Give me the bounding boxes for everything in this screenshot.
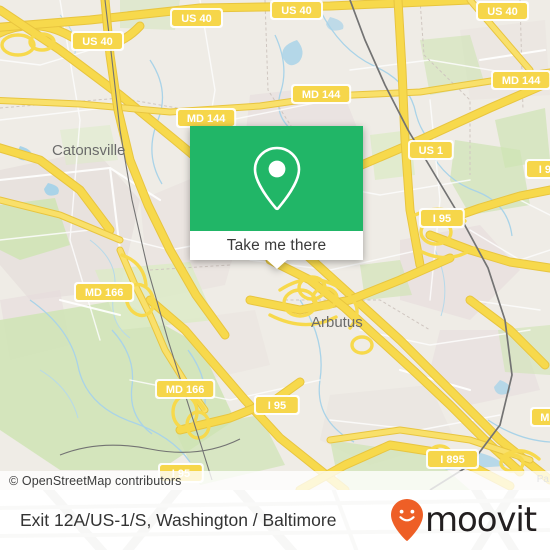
moovit-smiley-pin-icon (390, 499, 423, 541)
location-title: Exit 12A/US-1/S, Washington / Baltimore (20, 509, 337, 530)
road-shield: I 95 (254, 395, 300, 415)
road-shield-label: MD 166 (85, 287, 124, 299)
road-shield-label: MD 166 (166, 384, 205, 396)
road-shield-label: MD 144 (187, 113, 226, 125)
road-shield: US 40 (270, 0, 323, 20)
road-shield-label: I 895 (440, 454, 464, 466)
road-shield-label: I 95 (268, 400, 286, 412)
road-shield: MD 166 (74, 282, 135, 302)
moovit-wordmark: moovit (424, 500, 537, 540)
moovit-station-map-card: .land { fill:#efece6; } .resid { fill:#e… (0, 0, 550, 550)
road-shield: MD 144 (491, 70, 550, 90)
road-shield-label: US 40 (487, 6, 518, 18)
road-shield: MD 144 (291, 84, 352, 104)
road-shield-label: I 95 (539, 164, 550, 176)
road-shield: MD 29 (530, 407, 550, 427)
take-me-there-label: Take me there (226, 236, 327, 254)
road-shield: I 95 (525, 159, 550, 179)
road-shield-label: US 40 (181, 13, 212, 25)
road-shield-label: MD 144 (302, 89, 341, 101)
popup-tail-pointer (266, 260, 287, 269)
road-shield-label: MD 144 (502, 75, 541, 87)
road-shield: US 40 (170, 8, 223, 28)
road-shield-label: US 40 (82, 36, 113, 48)
openstreetmap-attribution[interactable]: © OpenStreetMap contributors (0, 474, 182, 488)
map-attribution-bar: © OpenStreetMap contributors (0, 471, 550, 490)
road-shield-label: I 95 (433, 213, 451, 225)
popup-icon-panel (190, 126, 363, 231)
take-me-there-popup[interactable]: Take me there (190, 126, 363, 269)
road-shield: US 40 (476, 1, 529, 21)
place-label: Catonsville (52, 142, 125, 159)
road-shield-label: MD 29 (540, 412, 550, 424)
road-shield-label: US 40 (281, 5, 312, 17)
footer-bar: Exit 12A/US-1/S, Washington / Baltimore … (0, 490, 550, 550)
map-pin-icon (253, 146, 300, 210)
road-shield-label: US 1 (419, 145, 443, 157)
road-shield: MD 144 (176, 108, 237, 128)
popup-cta-panel[interactable]: Take me there (190, 231, 363, 269)
road-shield: I 895 (426, 449, 479, 469)
road-shield: US 40 (71, 31, 124, 51)
place-label: Arbutus (311, 314, 363, 331)
moovit-logo[interactable]: moovit (390, 498, 550, 542)
road-shield: I 95 (419, 208, 465, 228)
road-shield: MD 166 (155, 379, 216, 399)
road-shield: US 1 (408, 140, 454, 160)
